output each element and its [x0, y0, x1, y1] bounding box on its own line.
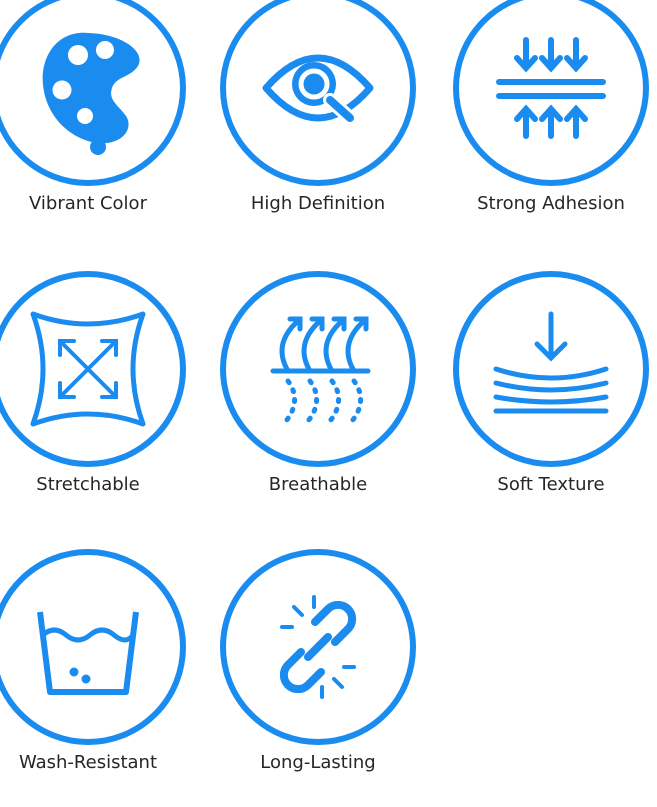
feature-label: Wash-Resistant — [18, 752, 158, 773]
feature-soft-texture: Soft Texture — [451, 269, 651, 529]
feature-label: Soft Texture — [497, 474, 605, 495]
feature-stretchable: Stretchable — [0, 269, 188, 529]
feature-label: High Definition — [250, 193, 386, 214]
feature-vibrant-color: Vibrant Color — [0, 0, 188, 248]
feature-wash-resistant: Wash-Resistant — [0, 547, 188, 807]
feature-label: Breathable — [268, 474, 368, 495]
airflow-icon — [220, 271, 416, 467]
feature-strong-adhesion: Strong Adhesion — [451, 0, 651, 248]
feature-high-definition: High Definition — [218, 0, 418, 248]
chain-link-icon — [220, 549, 416, 745]
feature-breathable: Breathable — [218, 269, 418, 529]
feature-label: Vibrant Color — [29, 193, 147, 214]
feature-label: Stretchable — [36, 474, 140, 495]
feature-label: Strong Adhesion — [477, 193, 625, 214]
feature-label: Long-Lasting — [260, 752, 376, 773]
compression-arrows-icon — [453, 0, 649, 186]
stretch-arrows-icon — [0, 271, 186, 467]
palette-icon — [0, 0, 186, 186]
eye-magnifier-icon — [220, 0, 416, 186]
wash-basin-icon — [0, 549, 186, 745]
feature-long-lasting: Long-Lasting — [218, 547, 418, 807]
soft-layers-icon — [453, 271, 649, 467]
